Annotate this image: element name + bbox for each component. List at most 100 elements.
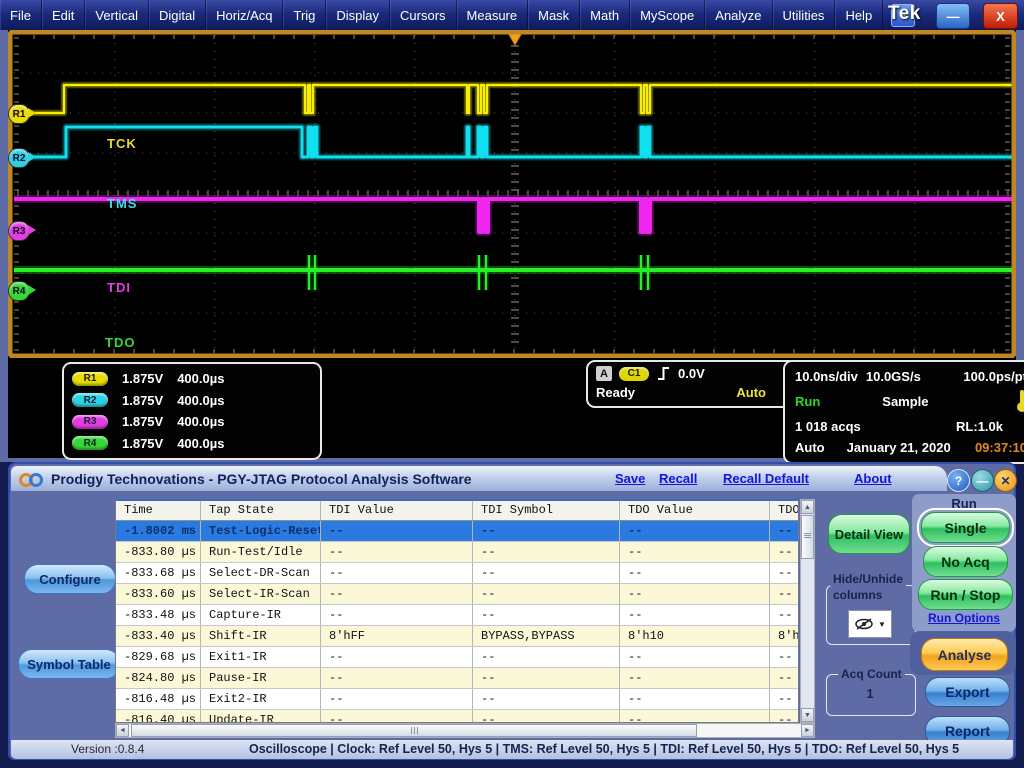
table-cell: -833.40 µs [116, 626, 201, 646]
trigger-source-badge: C1 [619, 367, 649, 381]
date-readout: January 21, 2020 [847, 440, 951, 455]
table-row[interactable]: -1.8002 msTest-Logic-Reset-------- [116, 521, 798, 542]
scroll-right-arrow[interactable]: ► [801, 724, 814, 737]
waveform-handle-r2[interactable]: R2 [8, 148, 30, 168]
run-options-link[interactable]: Run Options [912, 611, 1016, 625]
panel-close-button[interactable]: ✕ [994, 469, 1017, 492]
menu-item-myscope[interactable]: MyScope [630, 0, 705, 30]
table-cell: -- [770, 689, 799, 709]
configure-button[interactable]: Configure [24, 564, 116, 594]
table-cell: -- [473, 689, 620, 709]
panel-help-button[interactable]: ? [947, 469, 970, 492]
symbol-table-button[interactable]: Symbol Table [18, 649, 120, 679]
table-cell: -- [321, 584, 473, 604]
table-row[interactable]: -824.80 µsPause-IR-------- [116, 668, 798, 689]
waveform-handle-r1[interactable]: R1 [8, 104, 30, 124]
window-minimize-button[interactable]: — [936, 3, 970, 29]
detail-view-button[interactable]: Detail View [828, 514, 910, 554]
table-row[interactable]: -833.60 µsSelect-IR-Scan-------- [116, 584, 798, 605]
run-stop-button[interactable]: Run / Stop [918, 579, 1013, 610]
table-cell: -- [620, 689, 770, 709]
table-row[interactable]: -833.48 µsCapture-IR-------- [116, 605, 798, 626]
menu-item-help[interactable]: Help [835, 0, 883, 30]
panel-title-bar: Prodigy Technovations - PGY-JTAG Protoco… [11, 466, 947, 491]
horizontal-scroll-thumb[interactable] [131, 724, 697, 737]
table-cell: -- [321, 647, 473, 667]
table-cell: Exit2-IR [201, 689, 321, 709]
status-text: Oscilloscope | Clock: Ref Level 50, Hys … [249, 742, 959, 756]
panel-title: Prodigy Technovations - PGY-JTAG Protoco… [51, 471, 472, 487]
about-link[interactable]: About [854, 471, 892, 486]
waveform-handle-r4[interactable]: R4 [8, 281, 30, 301]
analyse-button[interactable]: Analyse [921, 638, 1008, 671]
channel-badge-r4[interactable]: R4 [72, 436, 108, 450]
run-group-label: Run [912, 496, 1016, 511]
table-cell: -- [620, 584, 770, 604]
rising-edge-icon [656, 365, 671, 382]
channel-badge-r3[interactable]: R3 [72, 415, 108, 429]
recall-link[interactable]: Recall [659, 471, 697, 486]
panel-minimize-button[interactable]: — [971, 469, 994, 492]
single-button[interactable]: Single [921, 512, 1010, 543]
waveform-handle-r3[interactable]: R3 [8, 221, 30, 241]
menu-item-digital[interactable]: Digital [149, 0, 206, 30]
column-header: TDI Value [321, 501, 473, 520]
table-cell: -829.68 µs [116, 647, 201, 667]
menu-item-horiz-acq[interactable]: Horiz/Acq [206, 0, 283, 30]
menu-item-vertical[interactable]: Vertical [85, 0, 149, 30]
version-label: Version :0.8.4 [71, 742, 144, 756]
save-link[interactable]: Save [615, 471, 645, 486]
table-row[interactable]: -816.48 µsExit2-IR-------- [116, 689, 798, 710]
trigger-group-badge: A [596, 366, 612, 381]
table-cell: -824.80 µs [116, 668, 201, 688]
recall-default-link[interactable]: Recall Default [723, 471, 809, 486]
resolution-readout: 100.0ps/pt [963, 369, 1024, 384]
scroll-up-arrow[interactable]: ▲ [801, 500, 814, 514]
vertical-scroll-thumb[interactable] [801, 515, 814, 559]
eye-slash-icon [854, 617, 874, 631]
channel-badge-r2[interactable]: R2 [72, 393, 108, 407]
trigger-status: Ready [596, 385, 635, 400]
scroll-down-arrow[interactable]: ▼ [801, 708, 814, 722]
menu-item-analyze[interactable]: Analyze [705, 0, 772, 30]
table-cell: -- [473, 584, 620, 604]
channel-badge-r1[interactable]: R1 [72, 372, 108, 386]
menu-item-cursors[interactable]: Cursors [390, 0, 457, 30]
table-cell: -- [620, 521, 770, 541]
oscilloscope-display: R1R2R3R4 TCKTMSTDITDO R11.875V400.0µsR21… [8, 30, 1016, 458]
table-cell: -1.8002 ms [116, 521, 201, 541]
table-row[interactable]: -833.68 µsSelect-DR-Scan-------- [116, 563, 798, 584]
table-row[interactable]: -829.68 µsExit1-IR-------- [116, 647, 798, 668]
menu-item-utilities[interactable]: Utilities [773, 0, 836, 30]
table-cell: -- [473, 668, 620, 688]
vertical-scale: 1.875V [122, 393, 163, 408]
scroll-left-arrow[interactable]: ◄ [116, 724, 129, 737]
menu-item-display[interactable]: Display [326, 0, 390, 30]
table-row[interactable]: -816.40 µsUpdate-IR-------- [116, 710, 798, 723]
prodigy-logo-icon [19, 471, 45, 487]
table-row[interactable]: -833.80 µsRun-Test/Idle-------- [116, 542, 798, 563]
channel-readout-r3: R31.875V400.0µs [72, 414, 312, 429]
vertical-scale: 1.875V [122, 436, 163, 451]
vertical-scrollbar[interactable]: ▲ ▼ [800, 499, 815, 723]
hide-unhide-label-1: Hide/Unhide [830, 572, 906, 586]
table-cell: -- [770, 521, 799, 541]
column-header: TDO [770, 501, 799, 520]
timebase-readout: 10.0ns/div [795, 369, 858, 384]
trace-label-tdi: TDI [107, 280, 131, 295]
no-acq-button[interactable]: No Acq [923, 546, 1008, 577]
menu-item-trig[interactable]: Trig [283, 0, 326, 30]
waveform-handle-arrow [28, 152, 36, 162]
table-cell: -- [620, 542, 770, 562]
menu-item-file[interactable]: File [0, 0, 42, 30]
table-row[interactable]: -833.40 µsShift-IR8'hFFBYPASS,BYPASS8'h1… [116, 626, 798, 647]
menu-item-edit[interactable]: Edit [42, 0, 85, 30]
horizontal-scrollbar[interactable]: ◄ ► [115, 723, 815, 738]
export-button[interactable]: Export [925, 677, 1010, 707]
menu-item-measure[interactable]: Measure [457, 0, 529, 30]
hide-columns-button[interactable]: ▼ [848, 610, 892, 638]
table-cell: Shift-IR [201, 626, 321, 646]
menu-item-mask[interactable]: Mask [528, 0, 580, 30]
menu-item-math[interactable]: Math [580, 0, 630, 30]
window-close-button[interactable]: X [983, 3, 1018, 29]
